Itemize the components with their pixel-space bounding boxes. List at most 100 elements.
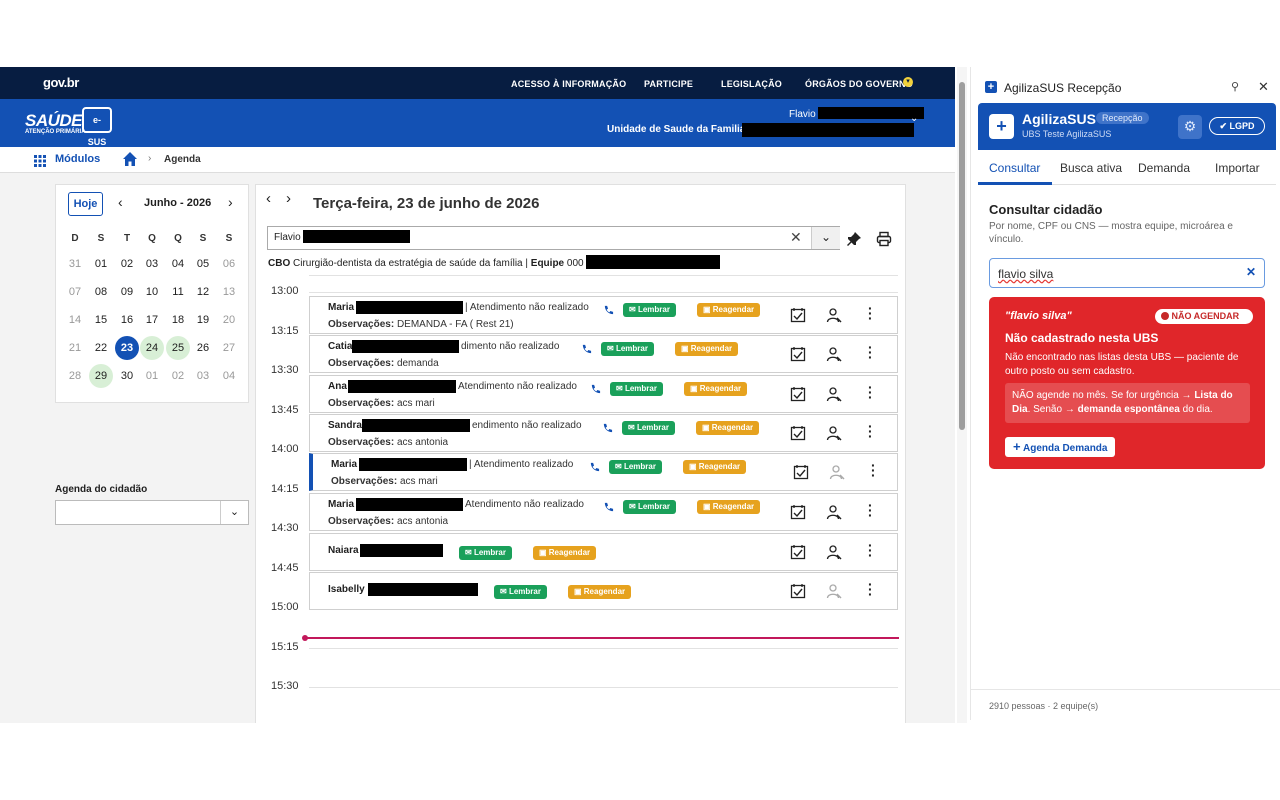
calendar-day[interactable]: 25 (166, 336, 190, 360)
calendar-day[interactable]: 27 (217, 336, 241, 360)
attendance-checklist-icon[interactable] (790, 544, 806, 560)
attendance-checklist-icon[interactable] (790, 583, 806, 599)
professional-select[interactable]: Flavio ✕ ⌄ (267, 226, 840, 250)
remind-button[interactable]: ✉ Lembrar (623, 303, 676, 317)
more-options-icon[interactable]: · · · (868, 577, 873, 601)
reschedule-button[interactable]: ▣ Reagendar (697, 500, 761, 514)
phone-icon[interactable] (603, 303, 619, 319)
calendar-day[interactable]: 13 (217, 280, 241, 304)
remind-button[interactable]: ✉ Lembrar (610, 382, 663, 396)
clear-search-icon[interactable]: ✕ (1246, 265, 1256, 279)
attendance-checklist-icon[interactable] (790, 307, 806, 323)
appointment-row[interactable]: Catia dimento não realizado ✉ Lembrar ▣ Rea… (309, 335, 898, 373)
calendar-day[interactable]: 01 (89, 252, 113, 276)
appointment-row[interactable]: Isabelly ✉ Lembrar ▣ Reagendar · · · (309, 572, 898, 610)
attendance-checklist-icon[interactable] (793, 464, 809, 480)
prev-day-icon[interactable]: ‹ (266, 190, 271, 207)
link-orgaos-governo[interactable]: ÓRGÃOS DO GOVERNO (805, 79, 913, 89)
link-legislacao[interactable]: LEGISLAÇÃO (721, 79, 782, 89)
close-icon[interactable]: ✕ (1258, 79, 1269, 95)
calendar-day[interactable]: 31 (63, 252, 87, 276)
calendar-day[interactable]: 16 (115, 308, 139, 332)
saude-logo[interactable]: SAÚDE (25, 111, 83, 131)
more-options-icon[interactable]: · · · (871, 458, 876, 482)
chevron-down-icon[interactable]: ⌄ (910, 113, 918, 124)
home-icon[interactable] (122, 151, 138, 167)
citizen-profile-icon[interactable] (826, 583, 842, 599)
reschedule-button[interactable]: ▣ Reagendar (675, 342, 739, 356)
remind-button[interactable]: ✉ Lembrar (623, 500, 676, 514)
remind-button[interactable]: ✉ Lembrar (609, 460, 662, 474)
calendar-day[interactable]: 21 (63, 336, 87, 360)
chevron-down-icon[interactable]: ⌄ (811, 227, 840, 249)
tab-busca-ativa[interactable]: Busca ativa (1060, 161, 1122, 175)
unpin-icon[interactable]: ⚲ (1231, 80, 1239, 93)
calendar-day[interactable]: 02 (115, 252, 139, 276)
attendance-checklist-icon[interactable] (790, 504, 806, 520)
citizen-profile-icon[interactable] (826, 425, 842, 441)
scrollbar-thumb[interactable] (959, 82, 965, 430)
grid-icon[interactable] (34, 154, 46, 167)
appointment-row[interactable]: Sandra endimento não realizado ✉ Lembrar ▣ … (309, 414, 898, 452)
attendance-checklist-icon[interactable] (790, 386, 806, 402)
calendar-day[interactable]: 14 (63, 308, 87, 332)
user-name[interactable]: Flavio (789, 109, 816, 120)
phone-icon[interactable] (603, 500, 619, 516)
appointment-row[interactable]: Naiara ✉ Lembrar ▣ Reagendar · · · (309, 533, 898, 571)
citizen-agenda-select[interactable]: ⌄ (55, 500, 249, 525)
next-day-icon[interactable]: › (286, 190, 291, 207)
phone-icon[interactable] (602, 421, 618, 437)
remind-button[interactable]: ✉ Lembrar (622, 421, 675, 435)
link-participe[interactable]: PARTICIPE (644, 79, 693, 89)
citizen-profile-icon[interactable] (826, 504, 842, 520)
reschedule-button[interactable]: ▣ Reagendar (568, 585, 632, 599)
calendar-day[interactable]: 26 (191, 336, 215, 360)
calendar-day[interactable]: 24 (140, 336, 164, 360)
more-options-icon[interactable]: · · · (868, 301, 873, 325)
more-options-icon[interactable]: · · · (868, 538, 873, 562)
calendar-day[interactable]: 11 (166, 280, 190, 304)
lgpd-badge[interactable]: ✔ LGPD (1209, 117, 1265, 135)
appointment-row[interactable]: Maria | Atendimento não realizado ✉ Lembra… (309, 296, 898, 334)
calendar-day[interactable]: 01 (140, 364, 164, 388)
calendar-day[interactable]: 30 (115, 364, 139, 388)
calendar-day[interactable]: 18 (166, 308, 190, 332)
reschedule-button[interactable]: ▣ Reagendar (697, 303, 761, 317)
calendar-day[interactable]: 22 (89, 336, 113, 360)
reschedule-button[interactable]: ▣ Reagendar (696, 421, 760, 435)
remind-button[interactable]: ✉ Lembrar (601, 342, 654, 356)
calendar-day[interactable]: 03 (191, 364, 215, 388)
calendar-day[interactable]: 10 (140, 280, 164, 304)
govbr-logo[interactable]: gov.br (43, 75, 79, 90)
calendar-day[interactable]: 04 (166, 252, 190, 276)
citizen-profile-icon[interactable] (829, 464, 845, 480)
pin-icon[interactable] (846, 231, 862, 247)
calendar-day-selected[interactable]: 23 (115, 336, 139, 360)
reschedule-button[interactable]: ▣ Reagendar (683, 460, 747, 474)
link-acesso-informacao[interactable]: ACESSO À INFORMAÇÃO (511, 79, 626, 89)
chevron-down-icon[interactable]: ⌄ (220, 501, 248, 524)
remind-button[interactable]: ✉ Lembrar (459, 546, 512, 560)
calendar-day[interactable]: 09 (115, 280, 139, 304)
calendar-day[interactable]: 17 (140, 308, 164, 332)
remind-button[interactable]: ✉ Lembrar (494, 585, 547, 599)
more-options-icon[interactable]: · · · (868, 498, 873, 522)
unit-name[interactable]: Unidade de Saude da Familia (607, 124, 745, 135)
chevron-down-icon[interactable]: ▾ (903, 77, 913, 87)
agenda-demanda-button[interactable]: + Agenda Demanda (1005, 437, 1116, 457)
phone-icon[interactable] (581, 342, 597, 358)
citizen-search-input[interactable]: flavio silva ✕ (989, 258, 1265, 288)
window-scrollbar[interactable] (957, 67, 967, 723)
tab-importar[interactable]: Importar (1215, 161, 1260, 175)
calendar-day[interactable]: 12 (191, 280, 215, 304)
attendance-checklist-icon[interactable] (790, 425, 806, 441)
reschedule-button[interactable]: ▣ Reagendar (533, 546, 597, 560)
modules-link[interactable]: Módulos (55, 153, 100, 165)
today-button[interactable]: Hoje (68, 192, 103, 216)
more-options-icon[interactable]: · · · (868, 419, 873, 443)
more-options-icon[interactable]: · · · (868, 340, 873, 364)
calendar-day[interactable]: 08 (89, 280, 113, 304)
calendar-day[interactable]: 03 (140, 252, 164, 276)
appointment-row[interactable]: Maria | Atendimento realizado ✉ Lembrar ▣ R… (309, 453, 898, 491)
attendance-checklist-icon[interactable] (790, 346, 806, 362)
